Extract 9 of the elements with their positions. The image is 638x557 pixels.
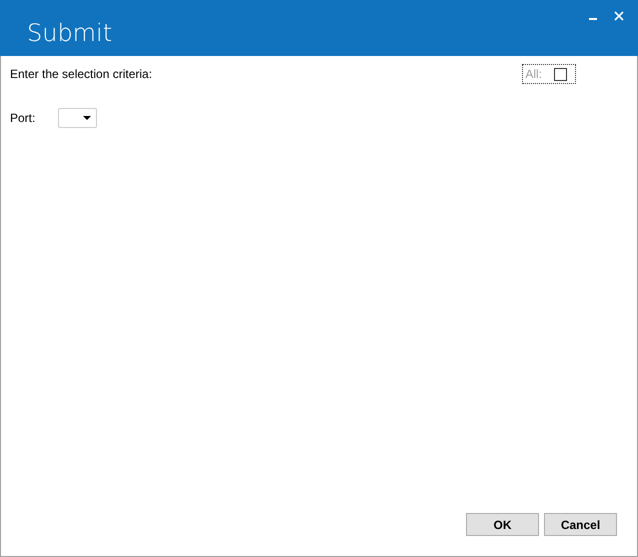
prompt-label: Enter the selection criteria: xyxy=(10,67,152,81)
port-label: Port: xyxy=(10,111,36,125)
port-dropdown[interactable] xyxy=(58,108,98,128)
caret-icon xyxy=(83,116,92,120)
dialog-button[interactable]: Cancel xyxy=(544,513,617,536)
window-title: Submit xyxy=(27,19,112,47)
dialog-button[interactable]: OK xyxy=(466,513,539,536)
close-icon[interactable] xyxy=(614,11,624,21)
all-label: All: xyxy=(525,67,542,81)
